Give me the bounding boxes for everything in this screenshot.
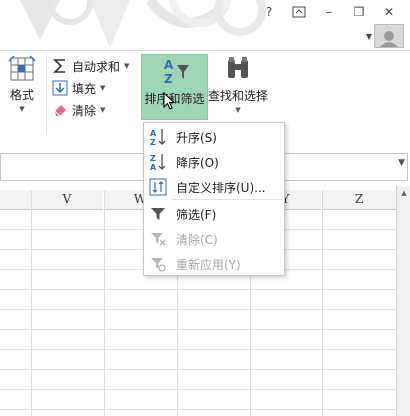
- column-header-blank: [0, 190, 31, 210]
- sort-descending-icon: Z A: [146, 151, 170, 173]
- fill-down-icon: [52, 80, 68, 96]
- restore-button[interactable]: ❐: [344, 2, 374, 22]
- format-button[interactable]: 格式 ▼: [0, 55, 44, 125]
- restore-icon: ❐: [353, 5, 365, 19]
- reapply-filter-icon: [146, 253, 170, 275]
- find-select-label: 查找和选择: [207, 89, 268, 103]
- grid-line: [0, 329, 396, 330]
- ribbon-display-icon: [292, 6, 306, 18]
- grid-line: [0, 349, 396, 350]
- clear-filter-icon: [146, 228, 170, 250]
- account-menu[interactable]: ▼: [366, 24, 404, 48]
- grid-line: [0, 309, 396, 310]
- close-button[interactable]: ✕: [374, 2, 404, 22]
- menu-item-label: 降序(O): [176, 155, 219, 170]
- custom-sort-icon: [146, 176, 170, 198]
- menu-item-sort-descending[interactable]: Z A 降序(O): [144, 150, 284, 174]
- fill-button[interactable]: 填充 ▼: [52, 77, 142, 99]
- menu-item-label: 自定义排序(U)...: [176, 180, 266, 195]
- menu-item-label: 筛选(F): [176, 207, 217, 222]
- chevron-down-icon: ▼: [235, 106, 241, 114]
- autosum-label: 自动求和: [72, 59, 121, 74]
- sort-ascending-icon: A Z: [146, 126, 170, 148]
- avatar: [374, 24, 404, 48]
- ribbon-display-options-button[interactable]: [284, 2, 314, 22]
- menu-item-label: 清除(C): [176, 232, 218, 247]
- column-header[interactable]: V: [31, 190, 103, 210]
- chevron-down-icon: ▼: [124, 62, 130, 70]
- editing-commands: 自动求和 ▼ 填充 ▼ 清除 ▼: [52, 55, 142, 121]
- autosum-button[interactable]: 自动求和 ▼: [52, 55, 142, 77]
- chevron-down-icon: ▼: [365, 31, 372, 41]
- menu-item-custom-sort[interactable]: 自定义排序(U)...: [144, 175, 284, 199]
- help-label: ?: [265, 5, 273, 19]
- grid-line: [0, 389, 396, 390]
- fill-label: 填充: [72, 81, 97, 96]
- column-header[interactable]: Z: [322, 190, 396, 210]
- sort-filter-icon: A Z: [164, 58, 189, 86]
- sigma-icon: [52, 58, 68, 74]
- eraser-icon: [52, 102, 68, 118]
- menu-separator: [172, 199, 282, 200]
- menu-item-reapply[interactable]: 重新应用(Y): [144, 252, 284, 276]
- clear-button[interactable]: 清除 ▼: [52, 99, 142, 121]
- format-cells-icon: [8, 55, 36, 81]
- find-select-button[interactable]: 查找和选择 ▼: [207, 54, 269, 118]
- grid-line: [104, 190, 105, 416]
- minimize-button[interactable]: –: [314, 2, 344, 22]
- menu-item-sort-ascending[interactable]: A Z 升序(S): [144, 125, 284, 149]
- binoculars-icon: [228, 57, 248, 78]
- close-icon: ✕: [383, 5, 395, 19]
- menu-item-label: 重新应用(Y): [176, 257, 241, 272]
- sort-filter-menu: A Z 升序(S) Z A 降序(O) 自定义排序(U)... 筛选(F) 清除…: [143, 122, 285, 276]
- title-bar: ? – ❐ ✕ ▼: [0, 0, 410, 50]
- mouse-pointer-icon: [163, 92, 176, 110]
- svg-text:Z: Z: [150, 154, 156, 163]
- expand-formula-bar-icon[interactable]: ▼: [398, 158, 405, 168]
- clear-label: 清除: [72, 103, 97, 118]
- chevron-down-icon: ▼: [100, 106, 106, 114]
- grid-line: [0, 289, 396, 290]
- svg-text:Z: Z: [164, 72, 173, 85]
- svg-text:A: A: [164, 58, 174, 72]
- svg-text:Z: Z: [150, 138, 156, 147]
- svg-text:A: A: [150, 163, 157, 172]
- menu-item-filter[interactable]: 筛选(F): [144, 202, 284, 226]
- grid-line: [0, 369, 396, 370]
- chevron-down-icon: ▼: [100, 84, 106, 92]
- filter-icon: [146, 203, 170, 225]
- svg-text:A: A: [150, 129, 157, 138]
- help-button[interactable]: ?: [254, 2, 284, 22]
- scroll-up-icon[interactable]: ▲: [397, 186, 410, 200]
- group-separator: [46, 55, 47, 135]
- grid-line: [322, 190, 323, 416]
- menu-item-clear-filter[interactable]: 清除(C): [144, 227, 284, 251]
- chevron-down-icon: ▼: [19, 105, 25, 113]
- grid-line: [0, 409, 396, 410]
- vertical-scrollbar[interactable]: ▲: [396, 186, 410, 416]
- grid-line: [31, 190, 32, 416]
- minimize-icon: –: [326, 5, 332, 19]
- menu-item-label: 升序(S): [176, 130, 217, 145]
- format-label: 格式: [9, 88, 34, 102]
